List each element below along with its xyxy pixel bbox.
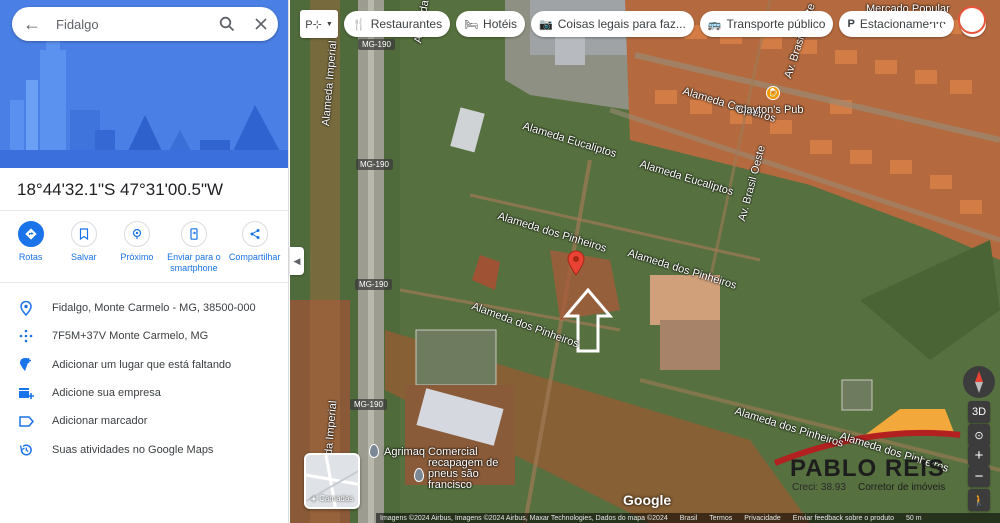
collapse-panel-button[interactable]: ◀	[290, 247, 304, 275]
poi-label[interactable]: recapagem de pneus são francisco	[428, 458, 508, 491]
chip-label: Hotéis	[483, 17, 518, 31]
chevron-down-icon: ▼	[325, 20, 333, 28]
location-pin-icon	[0, 300, 52, 316]
list-item-address[interactable]: Fidalgo, Monte Carmelo - MG, 38500-000	[0, 294, 288, 322]
my-location-icon[interactable]: ⊙	[968, 424, 990, 446]
list-item-add-business[interactable]: Adicione sua empresa	[0, 379, 288, 407]
feedback-link[interactable]: Enviar feedback sobre o produto	[793, 515, 894, 522]
chip-transit[interactable]: 🚌 Transporte público	[699, 11, 834, 37]
location-marker-icon[interactable]	[567, 250, 585, 276]
directions-button[interactable]: Rotas	[4, 221, 57, 274]
directions-icon	[17, 221, 44, 247]
layer-type-button[interactable]: P⊹ ▼	[300, 10, 338, 38]
zoom-out-button[interactable]: −	[968, 466, 990, 487]
nearby-label: Próximo	[120, 252, 154, 262]
watermark-creci: Creci: 38.93	[792, 482, 846, 493]
layers-label: Camadas	[319, 494, 354, 503]
highway-shield: MG-190	[350, 399, 387, 410]
add-place-text: Adicionar um lugar que está faltando	[52, 358, 232, 371]
category-chips: P⊹ ▼ 🍴 Restaurantes 🛏 Hotéis 📷 Coisas legai…	[300, 10, 986, 38]
chip-things-to-do[interactable]: 📷 Coisas legais para faz...	[531, 11, 694, 37]
label-icon	[0, 416, 52, 427]
transit-icon: 🚌	[707, 18, 722, 31]
nearby-button[interactable]: Próximo	[110, 221, 163, 274]
pub-icon[interactable]: 🍺	[766, 86, 780, 100]
map-type-icon: P⊹	[305, 18, 322, 31]
back-arrow-icon[interactable]: ←	[12, 14, 52, 35]
add-business-icon	[0, 387, 52, 400]
plus-code-text: 7F5M+37V Monte Carmelo, MG	[52, 330, 209, 343]
compass-icon[interactable]	[963, 366, 995, 398]
scale-bar[interactable]: 50 m	[906, 515, 922, 522]
google-logo: Google	[623, 492, 672, 508]
divider	[0, 210, 288, 211]
add-label-text: Adicionar marcador	[52, 415, 148, 428]
bookmark-icon	[70, 221, 97, 247]
add-business-text: Adicione sua empresa	[52, 387, 161, 400]
divider	[0, 282, 288, 283]
activity-text: Suas atividades no Google Maps	[52, 443, 214, 456]
chip-label: Restaurantes	[370, 17, 443, 31]
chip-label: Transporte público	[726, 17, 826, 31]
poi-label[interactable]: Clayton's Pub	[736, 104, 804, 116]
search-input[interactable]: Fidalgo	[52, 17, 210, 32]
country-link[interactable]: Brasil	[680, 515, 698, 522]
list-item-add-place[interactable]: Adicionar um lugar que está faltando	[0, 351, 288, 379]
chip-label: Coisas legais para faz...	[557, 17, 686, 31]
save-label: Salvar	[70, 252, 97, 262]
poi-marker-icon[interactable]	[369, 444, 379, 458]
share-label: Compartilhar	[228, 252, 281, 262]
avatar[interactable]	[958, 6, 986, 34]
chip-hotels[interactable]: 🛏 Hotéis	[456, 11, 526, 37]
chip-restaurants[interactable]: 🍴 Restaurantes	[344, 11, 451, 37]
layers-button[interactable]: ◈ Camadas	[304, 453, 360, 509]
street-view-pegman-icon[interactable]: 🚶	[968, 489, 990, 511]
terms-link[interactable]: Termos	[709, 515, 732, 522]
history-icon	[0, 443, 52, 457]
directions-label: Rotas	[18, 252, 43, 262]
save-button[interactable]: Salvar	[57, 221, 110, 274]
add-place-icon	[0, 357, 52, 372]
place-coordinates: 18°44'32.1"S 47°31'00.5"W	[17, 180, 224, 199]
search-box[interactable]: ← Fidalgo	[12, 7, 278, 41]
hotel-icon: 🛏	[464, 18, 479, 31]
highway-shield: MG-190	[355, 279, 392, 290]
watermark-subtitle: Corretor de imóveis	[858, 482, 946, 493]
watermark-title: PABLO REIS	[790, 455, 945, 482]
plus-code-icon	[0, 329, 52, 343]
map-footer: Imagens ©2024 Airbus, Imagens ©2024 Airb…	[376, 513, 1000, 523]
3d-toggle-button[interactable]: 3D	[968, 401, 990, 423]
send-to-phone-label: Enviar para o smartphone	[167, 252, 221, 273]
share-button[interactable]: Compartilhar	[224, 221, 285, 274]
close-icon[interactable]	[244, 7, 278, 41]
nearby-icon	[123, 221, 150, 247]
parking-icon: P	[847, 18, 855, 30]
camera-icon: 📷	[539, 18, 553, 31]
imagery-credits: Imagens ©2024 Airbus, Imagens ©2024 Airb…	[380, 514, 668, 522]
address-text: Fidalgo, Monte Carmelo - MG, 38500-000	[52, 302, 256, 315]
list-item-activity[interactable]: Suas atividades no Google Maps	[0, 435, 288, 463]
place-details-list: Fidalgo, Monte Carmelo - MG, 38500-000 7…	[0, 294, 288, 464]
restaurant-icon: 🍴	[352, 18, 366, 31]
layers-icon: ◈	[310, 494, 317, 503]
smartphone-icon	[180, 221, 207, 247]
apps-grid-icon[interactable]	[930, 12, 946, 28]
share-icon	[241, 221, 268, 247]
action-bar: Rotas Salvar Próximo Enviar para o smart…	[0, 221, 288, 274]
poi-marker-icon[interactable]	[414, 468, 424, 482]
highway-shield: MG-190	[358, 39, 395, 50]
list-item-add-label[interactable]: Adicionar marcador	[0, 407, 288, 435]
zoom-in-button[interactable]: +	[968, 445, 990, 466]
highway-shield: MG-190	[356, 159, 393, 170]
send-to-phone-button[interactable]: Enviar para o smartphone	[163, 221, 224, 274]
search-icon[interactable]	[210, 7, 244, 41]
list-item-plus-code[interactable]: 7F5M+37V Monte Carmelo, MG	[0, 322, 288, 350]
privacy-link[interactable]: Privacidade	[744, 515, 781, 522]
side-panel: ← Fidalgo 18°44'32.1"S 47°31'00.5"W Rota…	[0, 0, 289, 523]
